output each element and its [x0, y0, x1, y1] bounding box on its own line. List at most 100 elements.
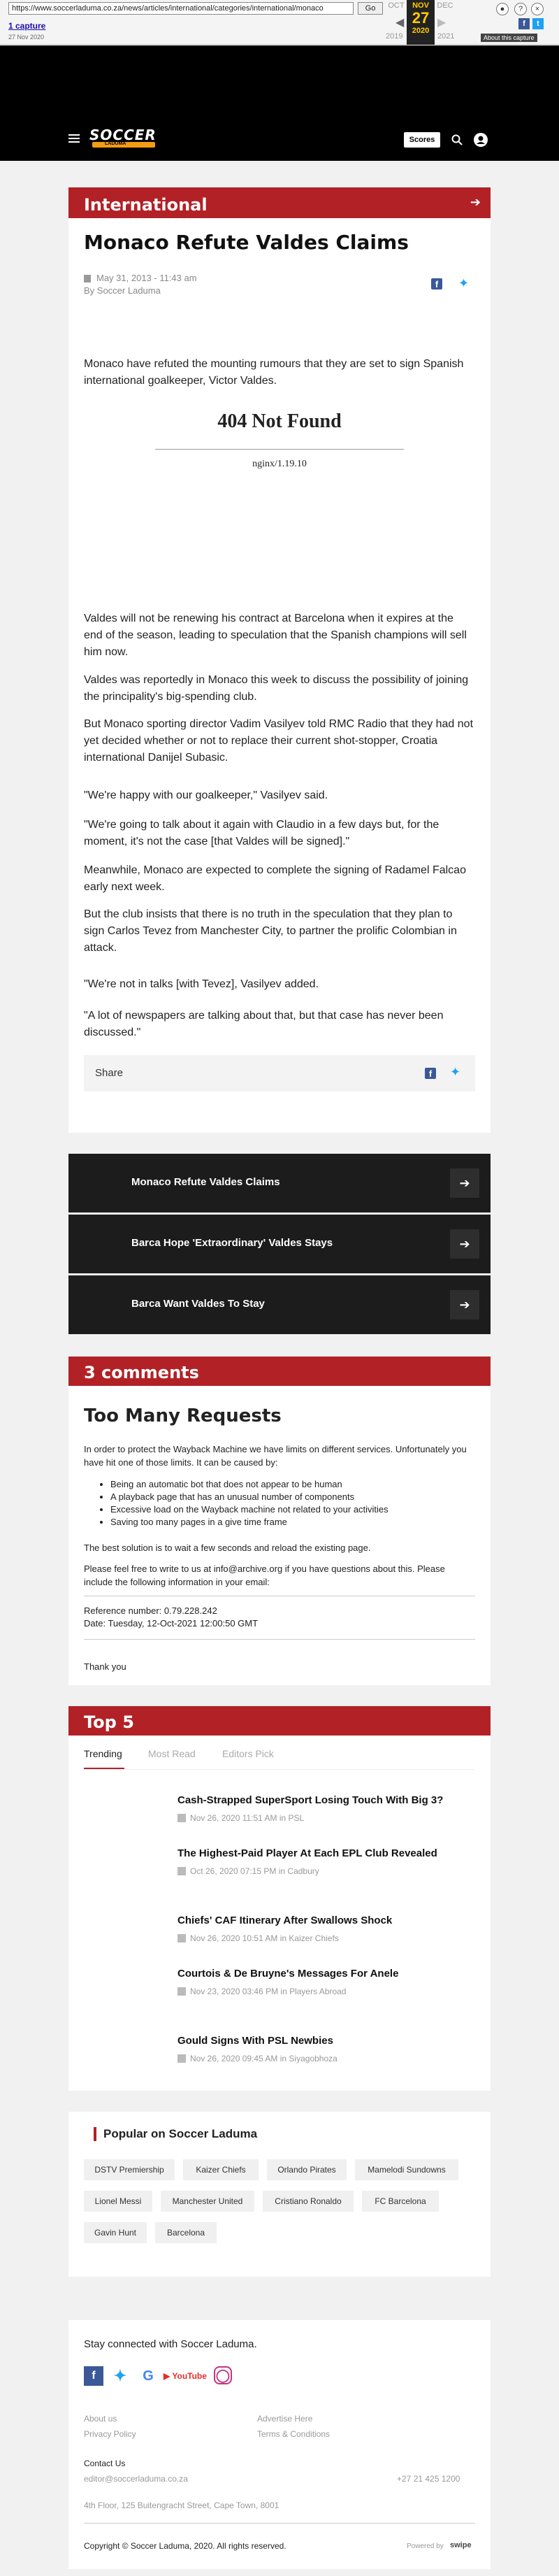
- comments-error-reference: Reference number: 0.79.228.242: [84, 1605, 217, 1616]
- comments-error-date: Date: Tuesday, 12-Oct-2021 12:00:50 GMT: [84, 1618, 259, 1629]
- twitter-share-icon[interactable]: ✦: [450, 1065, 460, 1080]
- twitter-share-icon[interactable]: ✦: [458, 276, 469, 291]
- popular-tag[interactable]: FC Barcelona: [362, 2191, 439, 2212]
- wayback-toolbar: https://www.soccerladuma.co.za/news/arti…: [0, 0, 559, 45]
- wayback-help-icon[interactable]: ?: [514, 3, 527, 15]
- popular-tag[interactable]: Kaizer Chiefs: [183, 2159, 259, 2180]
- footer-email[interactable]: editor@soccerladuma.co.za: [84, 2474, 188, 2484]
- wayback-captures-link[interactable]: 1 capture: [8, 21, 45, 31]
- wayback-current-year: 2020: [412, 27, 430, 35]
- youtube-icon[interactable]: ▶ YouTube: [164, 2366, 207, 2386]
- comments-bar: 3 comments: [68, 1357, 491, 1386]
- article-card-footer: [68, 1119, 491, 1133]
- tab-divider: [84, 1769, 475, 1770]
- top5-item-title[interactable]: Cash-Strapped SuperSport Losing Touch Wi…: [177, 1794, 471, 1806]
- tab-trending[interactable]: Trending: [84, 1748, 122, 1759]
- wayback-twitter-icon[interactable]: t: [532, 18, 544, 29]
- arrow-right-icon[interactable]: ➔: [450, 1229, 479, 1259]
- footer-link[interactable]: About us: [84, 2414, 117, 2424]
- scores-button[interactable]: Scores: [404, 132, 440, 148]
- calendar-icon: [84, 275, 91, 282]
- facebook-share-icon[interactable]: f: [431, 278, 442, 289]
- wayback-about-capture[interactable]: About this capture: [481, 34, 537, 42]
- share-label: Share: [95, 1067, 124, 1079]
- arrow-right-icon[interactable]: ➔: [450, 1290, 479, 1319]
- comments-error-causes: Being an automatic bot that does not app…: [110, 1478, 474, 1529]
- popular-heading: Popular on Soccer Laduma: [94, 2127, 257, 2141]
- logo-subtext: LADUMA: [105, 141, 126, 146]
- article-paragraph: "A lot of newspapers are talking about t…: [84, 1010, 444, 1038]
- footer-phone: +27 21 425 1200: [397, 2474, 460, 2484]
- popular-tag[interactable]: Cristiano Ronaldo: [263, 2191, 354, 2212]
- top5-item-title[interactable]: The Highest-Paid Player At Each EPL Club…: [177, 1847, 471, 1859]
- footer-link[interactable]: Privacy Policy: [84, 2429, 136, 2439]
- article-byline: By Soccer Laduma: [84, 285, 161, 296]
- footer-powered-by: Powered by: [407, 2542, 444, 2550]
- popular-tag[interactable]: Barcelona: [155, 2222, 217, 2243]
- divider: [84, 1639, 475, 1640]
- comments-error-title: Too Many Requests: [84, 1405, 282, 1426]
- related-article[interactable]: Monaco Refute Valdes Claims ➔: [68, 1154, 491, 1212]
- top5-item-title[interactable]: Gould Signs With PSL Newbies: [177, 2035, 471, 2047]
- top5-card: [68, 1706, 491, 2091]
- list-item: Being an automatic bot that does not app…: [110, 1478, 474, 1491]
- comments-error-intro: In order to protect the Wayback Machine …: [84, 1444, 467, 1468]
- top5-item-meta: Nov 26, 2020 10:51 AM in Kaizer Chiefs: [190, 1933, 339, 1943]
- hamburger-menu-icon[interactable]: [68, 134, 80, 143]
- site-logo[interactable]: SOCCER LADUMA: [89, 127, 161, 150]
- instagram-icon[interactable]: ◯: [214, 2366, 232, 2384]
- account-icon[interactable]: [474, 133, 488, 147]
- embed-error-title: 404 Not Found: [217, 410, 342, 432]
- facebook-share-icon[interactable]: f: [425, 1068, 436, 1079]
- top5-bar: Top 5: [68, 1706, 491, 1736]
- search-icon[interactable]: [451, 134, 463, 145]
- footer-copyright: Copyright © Soccer Laduma, 2020. All rig…: [84, 2541, 286, 2551]
- wayback-next-arrow[interactable]: ▶: [437, 15, 446, 29]
- popular-tag[interactable]: Manchester United: [161, 2191, 254, 2212]
- tab-most-read[interactable]: Most Read: [148, 1748, 196, 1759]
- arrow-right-icon[interactable]: ➔: [470, 195, 481, 210]
- category-title: International: [84, 195, 208, 215]
- popular-tag[interactable]: Mamelodi Sundowns: [355, 2159, 458, 2180]
- popular-tag[interactable]: Lionel Messi: [84, 2191, 152, 2212]
- wayback-go-button[interactable]: Go: [358, 2, 383, 15]
- wayback-prev-arrow[interactable]: ◀: [395, 15, 404, 29]
- article-paragraph: But the club insists that there is no tr…: [84, 908, 457, 954]
- article-paragraph: Meanwhile, Monaco are expected to comple…: [84, 864, 466, 893]
- popular-tag[interactable]: Gavin Hunt: [84, 2222, 147, 2243]
- article-title: Monaco Refute Valdes Claims: [84, 231, 409, 254]
- wayback-close-icon[interactable]: ×: [531, 3, 544, 15]
- comments-error-thanks: Thank you: [84, 1661, 126, 1672]
- wayback-prev-month[interactable]: OCT: [386, 1, 407, 10]
- facebook-icon[interactable]: f: [84, 2366, 103, 2386]
- calendar-icon: [177, 1867, 186, 1875]
- tab-editors-pick[interactable]: Editors Pick: [222, 1748, 274, 1759]
- wayback-prev-year[interactable]: 2019: [386, 32, 402, 41]
- google-icon[interactable]: G: [138, 2366, 158, 2386]
- related-article[interactable]: Barca Want Valdes To Stay ➔: [68, 1275, 491, 1334]
- footer-powered-brand[interactable]: swipe: [450, 2541, 472, 2549]
- top5-item-title[interactable]: Chiefs' CAF Itinerary After Swallows Sho…: [177, 1915, 471, 1926]
- wayback-url-input[interactable]: https://www.soccerladuma.co.za/news/arti…: [8, 2, 354, 15]
- share-bar: Share f ✦: [84, 1055, 475, 1092]
- category-bar[interactable]: International ➔: [68, 187, 491, 218]
- related-article-title: Barca Want Valdes To Stay: [131, 1298, 265, 1310]
- wayback-current-day: 27: [412, 9, 430, 27]
- wayback-user-icon[interactable]: ●: [496, 3, 509, 15]
- popular-tag[interactable]: Orlando Pirates: [267, 2159, 347, 2180]
- popular-tag[interactable]: DSTV Premiership: [84, 2159, 175, 2180]
- top5-item-title[interactable]: Courtois & De Bruyne's Messages For Anel…: [177, 1968, 471, 1980]
- arrow-right-icon[interactable]: ➔: [450, 1168, 479, 1198]
- footer-link[interactable]: Terms & Conditions: [257, 2429, 330, 2439]
- wayback-capture-dates: 27 Nov 2020: [8, 34, 45, 41]
- wayback-next-month[interactable]: DEC: [435, 1, 456, 10]
- wayback-facebook-icon[interactable]: f: [518, 18, 530, 29]
- article-paragraph: But Monaco sporting director Vadim Vasil…: [84, 718, 474, 764]
- twitter-icon[interactable]: ✦: [110, 2366, 130, 2386]
- article-paragraph: "We're not in talks [with Tevez], Vasily…: [84, 978, 319, 990]
- related-article[interactable]: Barca Hope 'Extraordinary' Valdes Stays …: [68, 1215, 491, 1273]
- footer-stay-connected: Stay connected with Soccer Laduma.: [84, 2338, 257, 2350]
- wayback-next-year[interactable]: 2021: [437, 32, 454, 41]
- wayback-calendar: NOV 27 2020: [407, 0, 435, 45]
- footer-link[interactable]: Advertise Here: [257, 2414, 312, 2424]
